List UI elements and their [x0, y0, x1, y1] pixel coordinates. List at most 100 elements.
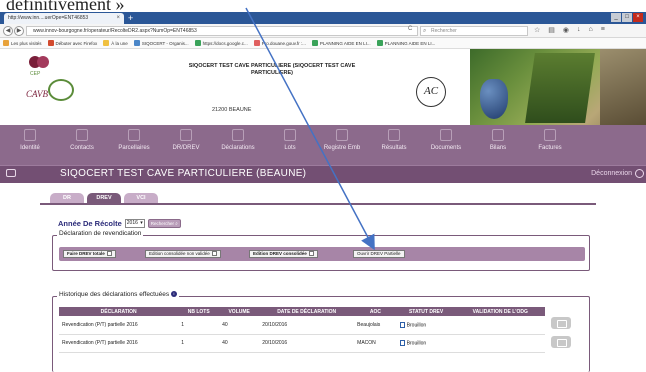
- bookmark-item[interactable]: À la une: [103, 40, 128, 46]
- menu-item-label: Parcellaires: [118, 145, 150, 151]
- tab-drev[interactable]: DREV: [87, 193, 121, 203]
- fdac-logo-icon: [48, 79, 74, 101]
- logout-icon[interactable]: [635, 169, 644, 178]
- home-icon[interactable]: ⌂: [589, 26, 593, 34]
- menu-item-registre-emb[interactable]: Registre Emb: [316, 129, 368, 151]
- print-button[interactable]: [551, 317, 571, 329]
- url-bar[interactable]: www.innov-bourgogne.fr/operateur/Recolte…: [26, 26, 418, 36]
- cell-text[interactable]: Brouillon: [407, 322, 426, 328]
- table-cell-volume: 40: [219, 316, 260, 335]
- info-icon[interactable]: i: [170, 291, 177, 298]
- cell-text[interactable]: Brouillon: [407, 340, 426, 346]
- reload-icon[interactable]: C: [408, 26, 412, 32]
- table-cell-validation: [455, 316, 545, 335]
- main-content: DRDREVVCI Année De Récolte 2016 Recherch…: [40, 190, 596, 372]
- cell-text: 1: [181, 321, 185, 328]
- toolbar-icons: ☆ ▤ ◉ ↓ ⌂ ≡: [534, 26, 605, 34]
- library-icon[interactable]: ▤: [548, 26, 555, 34]
- forward-icon[interactable]: ▶: [14, 26, 24, 36]
- history-legend-text: Historique des déclarations effectuées: [59, 291, 170, 298]
- bookmark-item[interactable]: Débuter avec Firefox: [47, 40, 98, 46]
- column-header: STATUT DREV: [396, 307, 456, 316]
- table-header-row: DÉCLARATION NB LOTS VOLUME DATE DE DÉCLARAT…: [59, 307, 545, 316]
- revendication-button[interactable]: Edition consolidée non validée: [145, 250, 221, 258]
- company-banner: SIQOCERT TEST CAVE PARTICULIERE (BEAUNE)…: [0, 165, 646, 183]
- back-icon[interactable]: ◀: [3, 26, 13, 36]
- menu-item-lots[interactable]: Lots: [264, 129, 316, 151]
- menu-icon[interactable]: ≡: [601, 26, 605, 34]
- header-photos: [470, 49, 646, 125]
- revendication-button-label: Faire DREV totale: [67, 251, 105, 256]
- search-icon: ⌕: [423, 28, 427, 34]
- bookmark-item[interactable]: PLANNING AIDE EN LI...: [376, 40, 435, 46]
- logout-link[interactable]: Déconnexion: [591, 170, 632, 177]
- menu-item-label: Lots: [284, 145, 296, 151]
- minimize-icon[interactable]: _: [611, 13, 621, 22]
- menu-item-label: Déclarations: [221, 145, 255, 151]
- menu-item-dr-drev[interactable]: DR/DREV: [160, 129, 212, 151]
- url-text: www.innov-bourgogne.fr/operateur/Recolte…: [33, 28, 197, 34]
- menu-item-icon: [24, 129, 36, 141]
- table-row: Revendication (P/T) partielle 2016 1 40 20/…: [59, 316, 545, 335]
- menu-item-icon: [440, 129, 452, 141]
- menu-item-contacts[interactable]: Contacts: [56, 129, 108, 151]
- bookmark-item[interactable]: Les plus visités: [3, 40, 42, 46]
- menu-item-factures[interactable]: Factures: [524, 129, 576, 151]
- table-cell-declaration: Revendication (P/T) partielle 2016: [59, 316, 179, 335]
- menu-item-parcellaires[interactable]: Parcellaires: [108, 129, 160, 151]
- search-button[interactable]: Rechercher ⌕: [147, 219, 181, 228]
- cep-logo-icon: CEP: [29, 56, 49, 77]
- bookmark-label: À la une: [111, 40, 128, 46]
- menu-item-bilans[interactable]: Bilans: [472, 129, 524, 151]
- table-cell-aoc: Beaujolais: [354, 316, 397, 335]
- revendication-button-label: Edition consolidée non validée: [149, 251, 210, 256]
- menu-item-r-sultats[interactable]: Résultats: [368, 129, 420, 151]
- menu-item-icon: [544, 129, 556, 141]
- browser-search-input[interactable]: ⌕ Rechercher: [420, 26, 528, 36]
- close-tab-icon[interactable]: ×: [116, 13, 120, 24]
- bookmark-item[interactable]: PLANNING AIDE EN LI...: [311, 40, 371, 46]
- menu-item-label: Identité: [20, 145, 40, 151]
- revendication-button-label: Edition DREV consolidée: [253, 251, 307, 256]
- table-cell-volume: 40: [219, 334, 260, 353]
- new-tab-button[interactable]: +: [128, 12, 133, 24]
- site-header: CEP CAVB SIQOCERT TEST CAVE PARTICULIERE…: [0, 49, 646, 125]
- bookmark-item[interactable]: Pro.douane.gouv.fr :...: [253, 40, 306, 46]
- document-icon[interactable]: [399, 339, 405, 346]
- bookmark-icon: [311, 40, 318, 46]
- menu-item-label: DR/DREV: [172, 145, 200, 151]
- tab-vci[interactable]: VCI: [124, 193, 158, 203]
- bookmark-item[interactable]: https://docs.google.c...: [194, 40, 248, 46]
- tab-dr[interactable]: DR: [50, 193, 84, 203]
- harvest-year-label: Année De Récolte: [58, 219, 122, 228]
- browser-tab[interactable]: http://www.inn....uerOpe=ENT46853 ×: [4, 13, 124, 24]
- menu-items: Identité Contacts Parcellaires DR/DREV Décla…: [4, 129, 576, 151]
- revendication-button[interactable]: Edition DREV consolidée: [249, 250, 318, 258]
- svg-text:CEP: CEP: [30, 71, 41, 77]
- menu-item-icon: [492, 129, 504, 141]
- tab-divider: [40, 203, 596, 205]
- maximize-icon[interactable]: □: [622, 13, 632, 22]
- bookmark-star-icon[interactable]: ☆: [534, 26, 540, 34]
- menu-item-identit-[interactable]: Identité: [4, 129, 56, 151]
- menu-item-d-clarations[interactable]: Déclarations: [212, 129, 264, 151]
- revendication-legend: Déclaration de revendication: [57, 230, 144, 237]
- cell-text: MACON: [357, 340, 376, 346]
- menu-item-icon: [388, 129, 400, 141]
- menu-item-documents[interactable]: Documents: [420, 129, 472, 151]
- close-window-icon[interactable]: ×: [633, 13, 643, 22]
- cell-text: 20/10/2016: [262, 321, 288, 328]
- revendication-button[interactable]: Faire DREV totale: [63, 250, 116, 258]
- print-button[interactable]: [551, 336, 571, 348]
- main-menu: Identité Contacts Parcellaires DR/DREV Décla…: [0, 125, 646, 165]
- pocket-icon[interactable]: ◉: [563, 26, 569, 34]
- document-icon[interactable]: [399, 321, 405, 328]
- revendication-button[interactable]: Ouvrir DREV Partielle: [353, 250, 405, 258]
- document-icon: [106, 251, 112, 257]
- menu-item-icon: [232, 129, 244, 141]
- table-cell-statut: Brouillon: [396, 316, 456, 335]
- harvest-year-select[interactable]: 2016: [124, 219, 145, 228]
- download-icon[interactable]: ↓: [577, 26, 581, 34]
- bookmark-item[interactable]: SIQOCERT - Organis...: [133, 40, 189, 46]
- bookmark-label: Débuter avec Firefox: [55, 40, 98, 46]
